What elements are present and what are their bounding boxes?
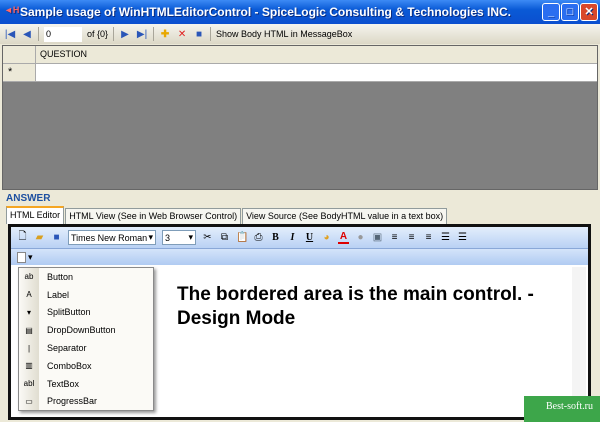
question-grid[interactable]: QUESTION * [2, 45, 598, 190]
chevron-down-icon: ▾ [188, 232, 193, 242]
menu-item-label: TextBox [47, 378, 80, 389]
move-last-icon[interactable]: ▶| [136, 29, 148, 40]
html-editor-control: 🗋 ▰ ■ Times New Roman ▾ 3 ▾ ✂ ⧉ 📋 ⎙ B I U … [8, 224, 591, 420]
separator-icon: | [27, 343, 31, 353]
align-left-icon[interactable]: ≡ [389, 232, 400, 243]
tab-strip: HTML Editor HTML View (See in Web Browse… [6, 206, 448, 224]
editor-content[interactable]: The bordered area is the main control. -… [11, 265, 588, 417]
binding-navigator: |◀ ◀ of {0} ▶ ▶| ✚ ✕ ■ Show Body HTML in… [0, 24, 600, 44]
menu-item-progressbar[interactable]: ▭ ProgressBar [19, 393, 153, 411]
separator [153, 27, 155, 41]
print-icon[interactable]: ⎙ [253, 232, 264, 243]
move-previous-icon[interactable]: ◀ [21, 29, 33, 40]
menu-item-splitbutton[interactable]: ▾ SplitButton [19, 304, 153, 322]
link-icon[interactable]: ● [355, 232, 366, 243]
font-select[interactable]: Times New Roman ▾ [68, 230, 156, 245]
menu-item-label[interactable]: A Label [19, 286, 153, 304]
add-item-icon[interactable] [17, 251, 26, 263]
editor-text: The bordered area is the main control. -… [177, 284, 534, 329]
underline-icon[interactable]: U [304, 232, 315, 243]
menu-item-label: Label [47, 289, 70, 300]
menu-item-textbox[interactable]: abl TextBox [19, 375, 153, 393]
show-body-html-button[interactable]: Show Body HTML in MessageBox [216, 29, 352, 39]
move-first-icon[interactable]: |◀ [4, 29, 16, 40]
row-header-corner [3, 46, 36, 63]
splitbutton-icon: ▾ [26, 307, 31, 317]
chevron-down-icon: ▾ [148, 232, 153, 242]
menu-item-label: DropDownButton [47, 325, 116, 336]
move-next-icon[interactable]: ▶ [119, 29, 131, 40]
question-cell[interactable] [36, 64, 597, 81]
menu-item-label: ProgressBar [47, 396, 98, 407]
new-document-icon[interactable]: 🗋 [17, 229, 28, 246]
dropdownbutton-icon: ▤ [25, 325, 33, 335]
paste-icon[interactable]: 📋 [236, 232, 248, 243]
font-color-icon[interactable]: A [338, 231, 349, 244]
column-header-question[interactable]: QUESTION [36, 46, 91, 63]
add-item-menu: ab Button A Label ▾ SplitButton ▤ DropDownButto… [18, 267, 154, 411]
italic-icon[interactable]: I [287, 232, 298, 243]
font-size-select[interactable]: 3 ▾ [162, 230, 196, 245]
bold-icon[interactable]: B [270, 232, 281, 243]
menu-item-button[interactable]: ab Button [19, 268, 153, 286]
design-toolbar: ▾ [11, 249, 588, 265]
image-icon[interactable]: ▣ [372, 232, 383, 243]
title-bar: ◄H Sample usage of WinHTMLEditorControl … [0, 0, 600, 24]
highlight-color-icon[interactable]: ◕ [321, 232, 332, 243]
menu-item-label: Separator [47, 343, 87, 354]
menu-item-combobox[interactable]: ▥ ComboBox [19, 357, 153, 375]
minimize-button[interactable]: _ [542, 3, 560, 21]
window-title: Sample usage of WinHTMLEditorControl - S… [20, 5, 512, 19]
tab-html-view[interactable]: HTML View (See in Web Browser Control) [65, 208, 242, 224]
font-value: Times New Roman [71, 232, 148, 243]
editor-toolbar: 🗋 ▰ ■ Times New Roman ▾ 3 ▾ ✂ ⧉ 📋 ⎙ B I U … [11, 227, 588, 249]
new-row-marker: * [3, 64, 36, 81]
answer-label: ANSWER [6, 193, 51, 204]
add-icon[interactable]: ✚ [159, 29, 171, 40]
align-center-icon[interactable]: ≡ [406, 232, 417, 243]
button-icon: ab [24, 272, 34, 282]
save-icon[interactable]: ■ [193, 29, 205, 40]
close-button[interactable]: ✕ [580, 3, 598, 21]
separator [210, 27, 212, 41]
open-folder-icon[interactable]: ▰ [34, 232, 45, 243]
chevron-down-icon[interactable]: ▾ [28, 252, 33, 263]
new-row[interactable]: * [3, 64, 597, 82]
menu-item-label: ComboBox [47, 360, 92, 371]
label-icon: A [26, 290, 32, 300]
menu-item-separator[interactable]: | Separator [19, 339, 153, 357]
count-label: of {0} [87, 29, 109, 39]
watermark: Best-soft.ru [524, 396, 600, 422]
scrollbar[interactable] [572, 267, 586, 417]
textbox-icon: abl [23, 379, 35, 389]
tab-view-source[interactable]: View Source (See BodyHTML value in a tex… [242, 208, 448, 224]
copy-icon[interactable]: ⧉ [219, 232, 230, 243]
separator [113, 27, 115, 41]
bullet-list-icon[interactable]: ☰ [457, 232, 468, 243]
app-icon: ◄H [4, 5, 20, 15]
progressbar-icon: ▭ [25, 396, 33, 406]
combobox-icon: ▥ [25, 361, 33, 371]
menu-item-dropdownbutton[interactable]: ▤ DropDownButton [19, 321, 153, 339]
delete-icon[interactable]: ✕ [176, 29, 188, 40]
separator [38, 27, 39, 41]
menu-item-label: SplitButton [47, 307, 91, 318]
menu-item-label: Button [47, 271, 74, 282]
save-icon[interactable]: ■ [51, 232, 62, 243]
cut-icon[interactable]: ✂ [202, 232, 213, 243]
tab-html-editor[interactable]: HTML Editor [6, 206, 65, 224]
align-right-icon[interactable]: ≡ [423, 232, 434, 243]
position-input[interactable] [44, 26, 82, 42]
font-size-value: 3 [165, 232, 171, 243]
maximize-button[interactable]: □ [561, 3, 579, 21]
numbered-list-icon[interactable]: ☰ [440, 232, 451, 243]
